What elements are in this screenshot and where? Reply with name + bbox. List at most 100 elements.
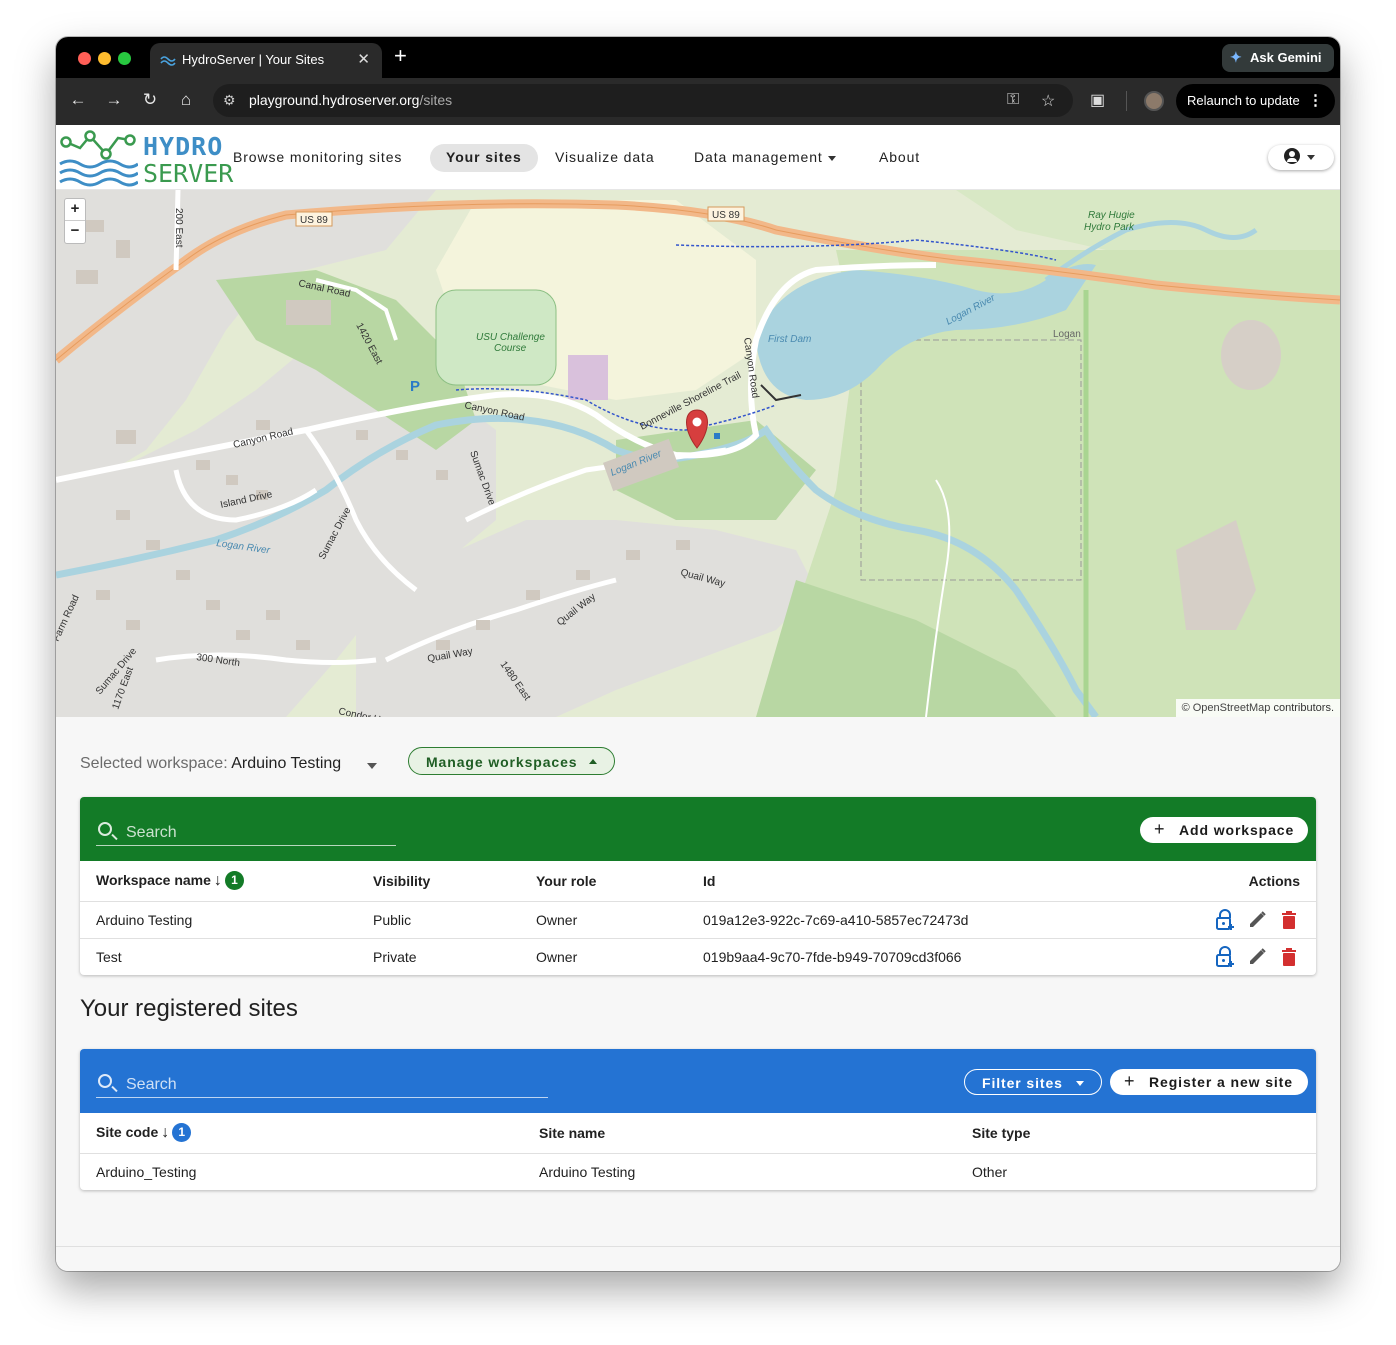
- home-icon[interactable]: ⌂: [176, 90, 196, 110]
- site-info-icon[interactable]: ⚙: [223, 92, 236, 109]
- register-site-label: Register a new site: [1149, 1074, 1293, 1090]
- pencil-icon[interactable]: [1246, 946, 1268, 968]
- table-row[interactable]: Arduino_Testing Arduino Testing Other: [80, 1153, 1316, 1190]
- nav-about[interactable]: About: [863, 144, 936, 172]
- label-usu-course: Course: [494, 343, 527, 354]
- app-header: HYDRO SERVER Browse monitoring sites You…: [56, 125, 1340, 190]
- tab-title: HydroServer | Your Sites: [182, 52, 325, 67]
- label-us89-east: US 89: [712, 210, 740, 221]
- cast-search-icon[interactable]: ▣: [1090, 90, 1105, 110]
- back-arrow-icon[interactable]: ←: [68, 90, 88, 110]
- workspace-name-cell: Arduino Testing: [80, 901, 357, 939]
- ask-gemini-button[interactable]: ✦ Ask Gemini: [1222, 44, 1334, 72]
- nav-your-sites[interactable]: Your sites: [430, 144, 538, 172]
- logo-graph-icon: [59, 130, 139, 187]
- label-logan: Logan: [1053, 329, 1081, 340]
- map-zoom-control: + −: [64, 198, 86, 244]
- label-200-east: 200 East: [173, 208, 184, 248]
- col-site-code[interactable]: Site code ↓ 1: [80, 1113, 523, 1154]
- rocky-area: [1221, 320, 1281, 390]
- browser-toolbar: ← → ↻ ⌂ ⚙ playground.hydroserver.org/sit…: [56, 78, 1340, 125]
- workspace-selector[interactable]: Selected workspace: Arduino Testing: [80, 755, 341, 773]
- openstreetmap-link[interactable]: OpenStreetMap: [1193, 702, 1271, 714]
- trash-icon[interactable]: [1278, 909, 1300, 931]
- new-tab-button[interactable]: +: [394, 43, 407, 69]
- hydroserver-logo[interactable]: HYDRO SERVER: [58, 128, 233, 188]
- page-footer: [56, 1246, 1340, 1271]
- more-menu-icon[interactable]: ⋮: [1308, 91, 1323, 109]
- ask-gemini-label: Ask Gemini: [1250, 50, 1322, 65]
- label-ray-hugie: Ray Hugie: [1088, 210, 1135, 221]
- sites-table: Site code ↓ 1 Site name Site type Arduino_…: [80, 1113, 1316, 1190]
- filter-sites-label: Filter sites: [982, 1075, 1063, 1091]
- table-header-row: Workspace name ↓ 1 Visibility Your role Id…: [80, 861, 1316, 902]
- site-type-cell: Other: [972, 1163, 1008, 1180]
- manage-workspaces-button[interactable]: Manage workspaces: [408, 747, 615, 775]
- zoom-in-button[interactable]: +: [65, 199, 85, 221]
- id-cell: 019a12e3-922c-7c69-a410-5857ec72473d: [687, 901, 1132, 939]
- workspace-dropdown-icon[interactable]: [367, 763, 377, 769]
- chevron-down-icon: [827, 155, 836, 161]
- browser-tab[interactable]: HydroServer | Your Sites ✕: [150, 43, 382, 78]
- col-workspace-name-label: Workspace name: [96, 872, 211, 889]
- address-bar[interactable]: ⚙ playground.hydroserver.org/sites ⚿ ☆: [213, 84, 1073, 117]
- add-workspace-button[interactable]: + Add workspace: [1140, 817, 1308, 843]
- zoom-out-button[interactable]: −: [65, 221, 85, 243]
- chevron-up-icon: [589, 759, 597, 764]
- account-menu-button[interactable]: [1268, 145, 1334, 170]
- profile-avatar[interactable]: [1144, 91, 1164, 111]
- col-site-name[interactable]: Site name: [523, 1113, 956, 1154]
- id-cell: 019b9aa4-9c70-7fde-b949-70709cd3f066: [703, 948, 962, 965]
- trash-icon[interactable]: [1278, 946, 1300, 968]
- bookmark-star-icon[interactable]: ☆: [1041, 91, 1055, 111]
- filter-sites-button[interactable]: Filter sites: [964, 1069, 1102, 1095]
- plus-icon: +: [1124, 1071, 1136, 1091]
- forward-arrow-icon[interactable]: →: [104, 90, 124, 110]
- col-id[interactable]: Id: [687, 861, 1132, 902]
- site-search-input[interactable]: [126, 1076, 326, 1094]
- gemini-sparkle-icon: ✦: [1230, 49, 1242, 65]
- url-path: /sites: [419, 92, 453, 108]
- visibility-cell: Public: [357, 901, 520, 939]
- col-site-type[interactable]: Site type: [956, 1113, 1316, 1154]
- chevron-down-icon: [1076, 1081, 1084, 1086]
- site-name-cell: Arduino Testing: [539, 1163, 636, 1180]
- sites-map[interactable]: US 89 US 89 Canal Road 1420 East 200 Eas…: [56, 190, 1340, 717]
- label-usu-challenge: USU Challenge: [476, 332, 545, 343]
- sort-order-badge: 1: [224, 871, 244, 891]
- nav-browse-monitoring-sites[interactable]: Browse monitoring sites: [217, 144, 418, 172]
- nav-data-management[interactable]: Data management: [678, 144, 852, 172]
- password-key-icon[interactable]: ⚿: [1007, 91, 1019, 109]
- workspaces-card: + Add workspace Workspace name↓1 Visibil…: [80, 797, 1316, 975]
- browser-window: HydroServer | Your Sites ✕ + ✦ Ask Gemin…: [56, 37, 1340, 1271]
- register-site-button[interactable]: + Register a new site: [1110, 1069, 1308, 1095]
- sites-toolbar: Filter sites + Register a new site: [80, 1049, 1316, 1113]
- pencil-icon[interactable]: [1246, 909, 1268, 931]
- maximize-window-button[interactable]: [118, 52, 131, 65]
- label-first-dam: First Dam: [768, 334, 811, 345]
- workspace-search-input[interactable]: [126, 824, 326, 842]
- lock-plus-icon[interactable]: [1214, 908, 1236, 931]
- col-actions: Actions: [1131, 861, 1316, 902]
- sort-arrow-down-icon: ↓: [161, 1124, 170, 1142]
- col-visibility[interactable]: Visibility: [357, 861, 520, 902]
- reload-icon[interactable]: ↻: [140, 90, 160, 110]
- lock-plus-icon[interactable]: [1214, 945, 1236, 968]
- visibility-cell: Private: [373, 948, 417, 965]
- role-cell: Owner: [536, 948, 578, 965]
- tab-strip: HydroServer | Your Sites ✕ + ✦ Ask Gemin…: [56, 37, 1340, 78]
- workspaces-table: Workspace name ↓ 1 Visibility Your role Id…: [80, 861, 1316, 975]
- station-point: [714, 433, 720, 439]
- tab-close-icon[interactable]: ✕: [357, 50, 370, 68]
- nav-visualize-data[interactable]: Visualize data: [539, 144, 671, 172]
- table-row[interactable]: Test Private Owner 019b9aa4-9c70-7fde-b9…: [80, 938, 1316, 975]
- close-window-button[interactable]: [78, 52, 91, 65]
- relaunch-button[interactable]: Relaunch to update ⋮: [1176, 84, 1335, 118]
- col-your-role[interactable]: Your role: [520, 861, 687, 902]
- table-row[interactable]: Arduino Testing Public Owner 019a12e3-92…: [80, 901, 1316, 939]
- col-workspace-name[interactable]: Workspace name ↓ 1: [80, 861, 357, 902]
- nav-data-management-label: Data management: [694, 149, 823, 165]
- actions-cell: [1131, 938, 1316, 975]
- attribution-suffix: contributors.: [1273, 702, 1334, 714]
- minimize-window-button[interactable]: [98, 52, 111, 65]
